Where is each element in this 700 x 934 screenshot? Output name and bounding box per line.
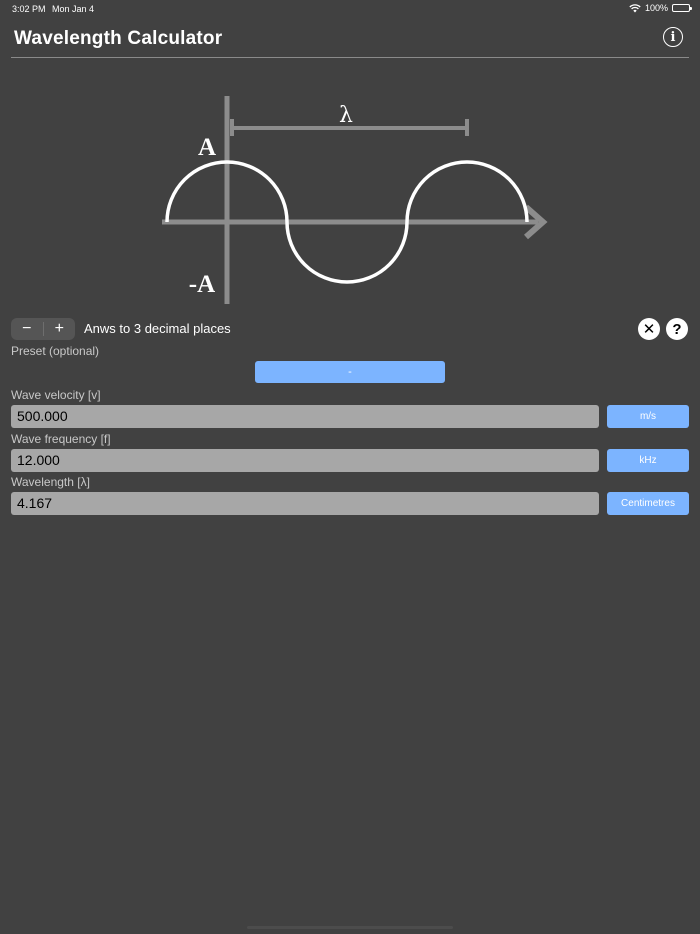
status-date: Mon Jan 4 xyxy=(52,4,95,14)
preset-label: Preset (optional) xyxy=(11,344,100,358)
status-bar: 3:02 PM Mon Jan 4 100% xyxy=(0,0,700,16)
wifi-icon xyxy=(629,3,641,12)
clear-button[interactable]: ✕ xyxy=(638,318,660,340)
amplitude-label: A xyxy=(198,134,216,161)
wave-diagram: λ A -A xyxy=(162,96,548,304)
velocity-input[interactable]: 500.000 xyxy=(11,405,599,428)
decrement-button[interactable]: − xyxy=(11,318,43,340)
frequency-input[interactable]: 12.000 xyxy=(11,449,599,472)
help-button[interactable]: ? xyxy=(666,318,688,340)
decimal-stepper[interactable]: − + xyxy=(11,318,75,340)
preset-select-button[interactable]: - xyxy=(255,361,445,383)
status-right: 100% xyxy=(629,3,692,13)
wavelength-input[interactable]: 4.167 xyxy=(11,492,599,515)
header-divider xyxy=(11,57,689,58)
battery-percent: 100% xyxy=(644,3,668,13)
lambda-label: λ xyxy=(339,103,353,128)
wavelength-label: Wavelength [λ] xyxy=(11,475,90,489)
info-icon[interactable]: i xyxy=(663,27,683,47)
increment-button[interactable]: + xyxy=(43,318,75,340)
frequency-unit-button[interactable]: kHz xyxy=(607,449,689,472)
neg-amplitude-label: -A xyxy=(189,271,215,298)
velocity-unit-button[interactable]: m/s xyxy=(607,405,689,428)
page-title: Wavelength Calculator xyxy=(14,28,223,49)
battery-icon xyxy=(672,4,692,12)
wavelength-unit-button[interactable]: Centimetres xyxy=(607,492,689,515)
status-time: 3:02 PM xyxy=(12,4,46,14)
velocity-label: Wave velocity [v] xyxy=(11,388,101,402)
frequency-label: Wave frequency [f] xyxy=(11,432,111,446)
home-indicator[interactable] xyxy=(247,926,453,929)
decimal-places-label: Anws to 3 decimal places xyxy=(84,321,231,336)
